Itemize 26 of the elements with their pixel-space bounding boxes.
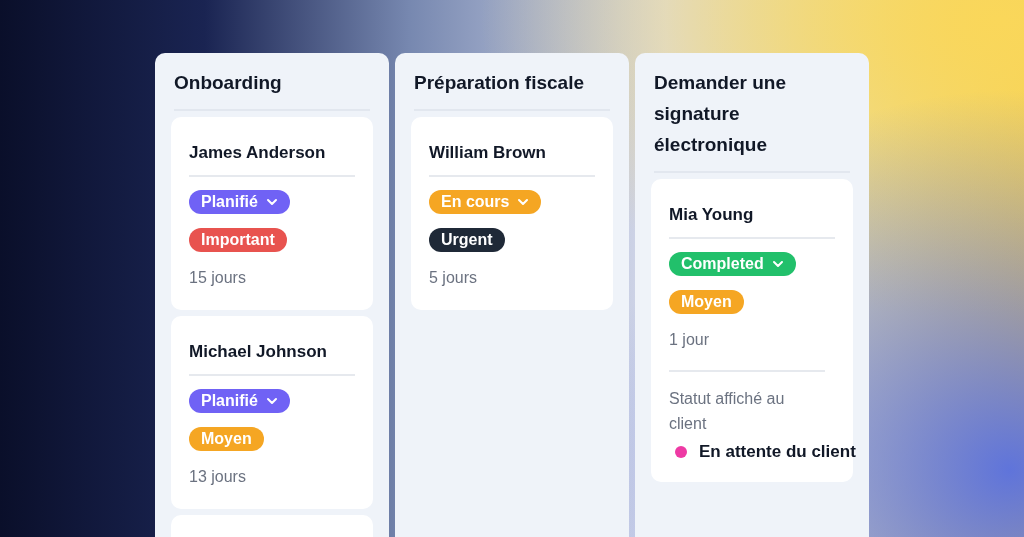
priority-tag: Important: [189, 227, 287, 252]
priority-tag: Moyen: [669, 290, 744, 314]
caret-icon: [517, 198, 530, 206]
column-title: Demander une signature électronique: [653, 71, 787, 157]
client-status-label: Statut affiché au client: [669, 389, 786, 434]
status-dropdown[interactable]: Planifié: [189, 189, 290, 214]
priority-tag: Moyen: [189, 426, 264, 451]
client-status-value: En attente du client: [699, 442, 856, 462]
column-title: Onboarding: [173, 71, 283, 95]
client-name: Mia Young: [669, 204, 754, 226]
client-card[interactable]: Michael Johnson Planifié Moyen 13 jours: [171, 315, 373, 509]
status-dropdown[interactable]: Planifié: [189, 388, 290, 413]
client-name: James Anderson: [189, 141, 326, 164]
caret-icon: [771, 260, 784, 268]
duration-text: 1 jour: [669, 330, 710, 350]
duration-text: 13 jours: [189, 466, 246, 487]
caret-icon: [265, 396, 278, 405]
duration-text: 15 jours: [189, 267, 246, 288]
duration-text: 5 jours: [429, 268, 478, 288]
column-title: Préparation fiscale: [413, 71, 586, 95]
client-name: William Brown: [429, 142, 546, 164]
client-card[interactable]: James Anderson Planifié Important 15 jours: [171, 116, 373, 310]
client-card[interactable]: William Brown En cours Urgent 5 jours: [411, 117, 613, 310]
caret-icon: [265, 197, 278, 206]
priority-tag: Urgent: [429, 228, 505, 252]
client-name: Michael Johnson: [189, 340, 327, 363]
